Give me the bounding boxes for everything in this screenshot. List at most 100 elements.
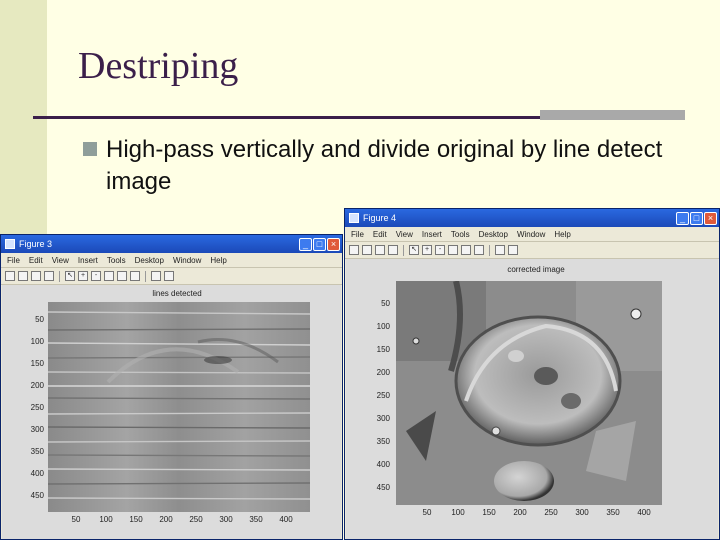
y-tick-label: 100 — [376, 322, 390, 331]
menu-edit[interactable]: Edit — [29, 256, 43, 265]
slide-title: Destriping — [78, 45, 239, 87]
menu-file[interactable]: File — [351, 230, 364, 239]
x-tick-label: 250 — [544, 508, 558, 517]
y-tick-label: 150 — [30, 359, 44, 368]
maximize-button[interactable]: □ — [690, 211, 703, 225]
pointer-icon[interactable]: ↖ — [65, 271, 75, 281]
zoom-in-icon[interactable]: + — [78, 271, 88, 281]
y-tick-label: 200 — [30, 381, 44, 390]
menu-insert[interactable]: Insert — [422, 230, 442, 239]
plot-title: lines detected — [152, 289, 202, 298]
zoom-out-icon[interactable]: - — [91, 271, 101, 281]
menu-tools[interactable]: Tools — [107, 256, 126, 265]
x-tick-label: 400 — [637, 508, 651, 517]
toolbar-separator — [403, 244, 404, 256]
menu-tools[interactable]: Tools — [451, 230, 470, 239]
x-tick-label: 100 — [99, 515, 113, 524]
figure-4-titlebar[interactable]: Figure 4 _ □ × — [345, 209, 719, 227]
y-tick-label: 400 — [376, 460, 390, 469]
minimize-button[interactable]: _ — [299, 237, 312, 251]
corrected-image — [396, 281, 662, 505]
menu-help[interactable]: Help — [210, 256, 226, 265]
y-tick-label: 350 — [376, 437, 390, 446]
y-tick-label: 150 — [376, 345, 390, 354]
x-tick-label: 200 — [159, 515, 173, 524]
pointer-icon[interactable]: ↖ — [409, 245, 419, 255]
figure-3-window[interactable]: Figure 3 _ □ × File Edit View Insert Too… — [0, 234, 343, 540]
y-tick-label: 450 — [376, 483, 390, 492]
save-icon[interactable] — [375, 245, 385, 255]
x-tick-label: 200 — [513, 508, 527, 517]
save-icon[interactable] — [31, 271, 41, 281]
y-tick-label: 400 — [30, 469, 44, 478]
figure-4-window[interactable]: Figure 4 _ □ × File Edit View Insert Too… — [344, 208, 720, 540]
x-tick-label: 400 — [279, 515, 293, 524]
y-tick-label: 100 — [30, 337, 44, 346]
close-button[interactable]: × — [704, 211, 717, 225]
x-tick-label: 100 — [451, 508, 465, 517]
x-tick-label: 150 — [129, 515, 143, 524]
pan-icon[interactable] — [104, 271, 114, 281]
x-tick-label: 300 — [575, 508, 589, 517]
print-icon[interactable] — [44, 271, 54, 281]
legend-icon[interactable] — [164, 271, 174, 281]
open-icon[interactable] — [362, 245, 372, 255]
menu-edit[interactable]: Edit — [373, 230, 387, 239]
menu-desktop[interactable]: Desktop — [479, 230, 508, 239]
y-tick-label: 50 — [381, 299, 390, 308]
title-rule — [33, 116, 540, 119]
minimize-button[interactable]: _ — [676, 211, 689, 225]
x-tick-label: 250 — [189, 515, 203, 524]
y-tick-label: 300 — [30, 425, 44, 434]
datacursor-icon[interactable] — [130, 271, 140, 281]
y-tick-label: 350 — [30, 447, 44, 456]
rotate-icon[interactable] — [117, 271, 127, 281]
bullet-text: High-pass vertically and divide original… — [106, 136, 663, 195]
menu-window[interactable]: Window — [517, 230, 545, 239]
zoom-out-icon[interactable]: - — [435, 245, 445, 255]
menu-window[interactable]: Window — [173, 256, 201, 265]
colorbar-icon[interactable] — [151, 271, 161, 281]
y-tick-label: 450 — [30, 491, 44, 500]
datacursor-icon[interactable] — [474, 245, 484, 255]
new-figure-icon[interactable] — [5, 271, 15, 281]
maximize-button[interactable]: □ — [313, 237, 326, 251]
menu-file[interactable]: File — [7, 256, 20, 265]
title-rule-accent — [540, 110, 685, 120]
rotate-icon[interactable] — [461, 245, 471, 255]
figure-3-titlebar[interactable]: Figure 3 _ □ × — [1, 235, 342, 253]
bullet-square-icon — [83, 142, 97, 156]
toolbar-separator — [59, 270, 60, 282]
menu-view[interactable]: View — [52, 256, 69, 265]
x-tick-label: 350 — [249, 515, 263, 524]
figure-4-title: Figure 4 — [363, 213, 397, 223]
x-tick-label: 50 — [422, 508, 432, 517]
figure-3-title: Figure 3 — [19, 239, 53, 249]
figure-3-toolbar: ↖ + - — [1, 268, 342, 285]
print-icon[interactable] — [388, 245, 398, 255]
x-tick-label: 150 — [482, 508, 496, 517]
x-tick-label: 300 — [219, 515, 233, 524]
figure-3-canvas: lines detected 50 100 150 200 250 300 35… — [2, 285, 341, 539]
legend-icon[interactable] — [508, 245, 518, 255]
figure-4-toolbar: ↖ + - — [345, 242, 719, 259]
new-figure-icon[interactable] — [349, 245, 359, 255]
menu-view[interactable]: View — [396, 230, 413, 239]
y-tick-label: 50 — [35, 315, 44, 324]
menu-insert[interactable]: Insert — [78, 256, 98, 265]
colorbar-icon[interactable] — [495, 245, 505, 255]
figure-3-menubar: File Edit View Insert Tools Desktop Wind… — [1, 253, 342, 268]
x-tick-label: 350 — [606, 508, 620, 517]
y-tick-label: 200 — [376, 368, 390, 377]
plot-title: corrected image — [507, 265, 565, 274]
lines-detected-image — [48, 302, 310, 512]
figure-icon — [349, 213, 359, 223]
figure-icon — [5, 239, 15, 249]
toolbar-separator — [489, 244, 490, 256]
zoom-in-icon[interactable]: + — [422, 245, 432, 255]
pan-icon[interactable] — [448, 245, 458, 255]
close-button[interactable]: × — [327, 237, 340, 251]
menu-help[interactable]: Help — [554, 230, 570, 239]
open-icon[interactable] — [18, 271, 28, 281]
menu-desktop[interactable]: Desktop — [135, 256, 164, 265]
